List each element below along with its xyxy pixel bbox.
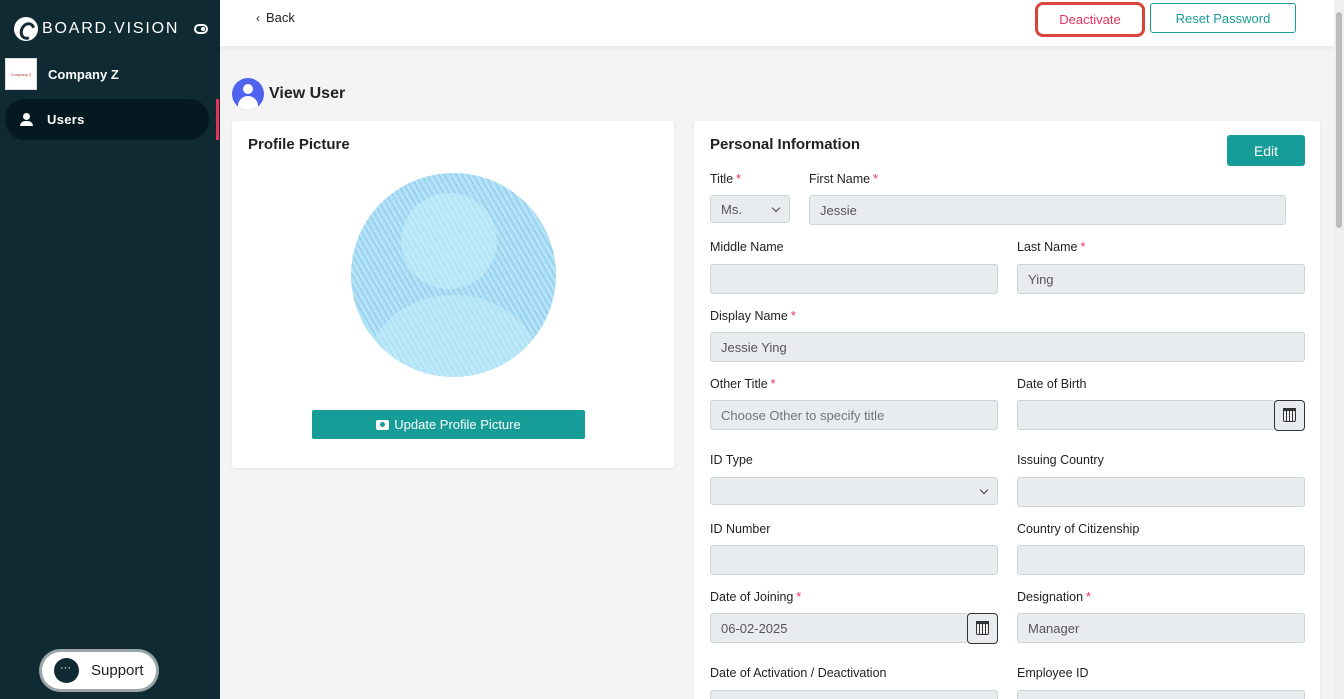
other-title-field[interactable]: Choose Other to specify title [710, 400, 998, 430]
date-of-joining-field[interactable]: 06-02-2025 [710, 613, 968, 643]
title-select-value: Ms. [721, 201, 742, 217]
last-name-field[interactable]: Ying [1017, 264, 1305, 294]
support-button[interactable]: Support [42, 652, 156, 689]
issuing-country-label: Issuing Country [1017, 453, 1104, 467]
title-label: Title * [710, 172, 742, 186]
date-of-birth-label: Date of Birth [1017, 377, 1087, 391]
profile-picture-title: Profile Picture [248, 136, 350, 153]
middle-name-field[interactable] [710, 264, 998, 294]
scrollbar-thumb[interactable] [1336, 12, 1342, 228]
brand[interactable]: BOARD.VISION [14, 16, 179, 42]
toggle-icon[interactable] [194, 24, 208, 34]
chat-icon [54, 658, 79, 683]
avatar-head [401, 193, 497, 289]
date-of-joining-label: Date of Joining * [710, 590, 802, 604]
title-select[interactable]: Ms. [710, 195, 790, 223]
chevron-down-icon [771, 203, 781, 213]
date-of-joining-calendar-button[interactable] [967, 613, 998, 644]
page-heading: View User [232, 78, 345, 110]
middle-name-label: Middle Name [710, 240, 784, 254]
issuing-country-field[interactable] [1017, 477, 1305, 507]
citizenship-field[interactable] [1017, 545, 1305, 575]
reset-password-button[interactable]: Reset Password [1150, 3, 1296, 33]
sidebar: BOARD.VISION Company Z Company Z Users S… [0, 0, 220, 699]
activation-date-field[interactable] [710, 690, 998, 699]
sidebar-item-label: Users [47, 112, 85, 127]
update-profile-picture-label: Update Profile Picture [394, 417, 521, 432]
avatar-body [361, 295, 546, 377]
back-link[interactable]: ‹ Back [256, 10, 295, 25]
user-circle-icon [232, 78, 264, 110]
date-of-birth-calendar-button[interactable] [1274, 400, 1305, 431]
avatar [351, 173, 556, 377]
employee-id-label: Employee ID [1017, 666, 1089, 680]
date-of-birth-field[interactable] [1017, 400, 1275, 430]
display-name-label: Display Name * [710, 309, 796, 323]
support-label: Support [91, 662, 144, 679]
brand-name: BOARD.VISION [42, 20, 180, 37]
company-logo: Company Z [5, 58, 37, 90]
id-type-label: ID Type [710, 453, 753, 467]
employee-id-field[interactable] [1017, 690, 1305, 699]
citizenship-label: Country of Citizenship [1017, 522, 1140, 536]
id-number-field[interactable] [710, 545, 998, 575]
id-type-select[interactable] [710, 477, 998, 505]
chevron-left-icon: ‹ [256, 11, 260, 25]
calendar-icon [1282, 407, 1296, 422]
id-number-label: ID Number [710, 522, 771, 536]
back-label: Back [266, 10, 295, 25]
first-name-label: First Name * [809, 172, 878, 186]
last-name-label: Last Name * [1017, 240, 1086, 254]
designation-field[interactable]: Manager [1017, 613, 1305, 643]
deactivate-button[interactable]: Deactivate [1035, 2, 1145, 37]
chevron-down-icon [979, 485, 989, 495]
sidebar-item-users[interactable]: Users [5, 99, 209, 140]
update-profile-picture-button[interactable]: Update Profile Picture [312, 410, 585, 439]
personal-information-card: Personal Information Edit Title * Ms. Fir… [694, 121, 1320, 699]
brand-logo-icon [14, 17, 38, 41]
camera-icon [376, 419, 390, 430]
scrollbar[interactable] [1334, 0, 1344, 699]
first-name-field[interactable]: Jessie [809, 195, 1286, 225]
company-name: Company Z [48, 66, 119, 82]
profile-picture-card: Profile Picture Update Profile Picture [232, 121, 674, 468]
user-icon [20, 113, 33, 126]
activation-date-label: Date of Activation / Deactivation [710, 666, 887, 680]
edit-button[interactable]: Edit [1227, 135, 1305, 166]
calendar-icon [975, 620, 989, 635]
active-indicator [216, 99, 219, 140]
personal-information-title: Personal Information [710, 136, 861, 153]
company-switcher[interactable]: Company Z Company Z [5, 58, 119, 90]
other-title-label: Other Title * [710, 377, 776, 391]
display-name-field[interactable]: Jessie Ying [710, 332, 1305, 362]
page-title: View User [269, 85, 346, 102]
top-bar: ‹ Back Deactivate Reset Password [220, 0, 1334, 46]
designation-label: Designation * [1017, 590, 1091, 604]
